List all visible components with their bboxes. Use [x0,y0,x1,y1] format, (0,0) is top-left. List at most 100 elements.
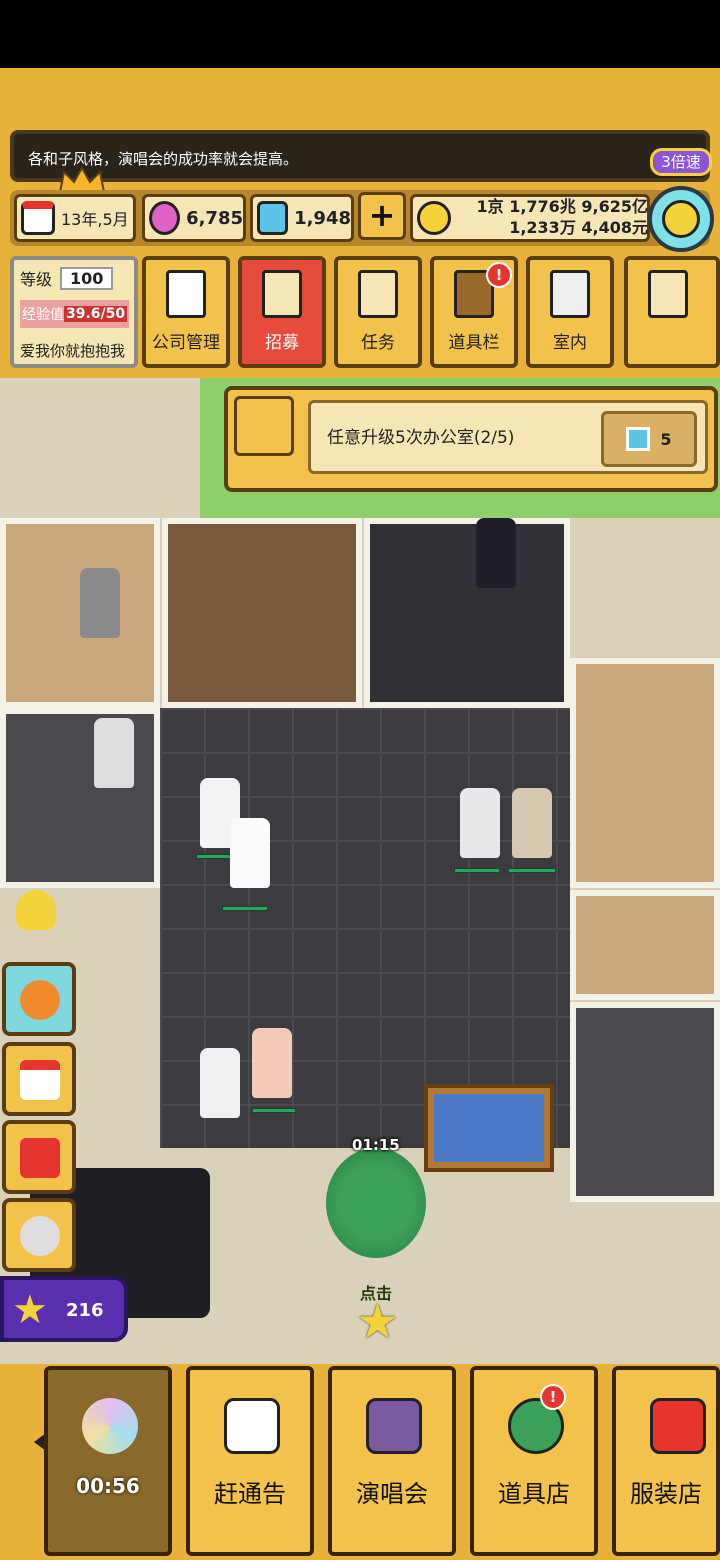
idol-character[interactable] [512,788,552,858]
notice-board[interactable] [424,1084,554,1172]
pink-orb-icon [149,201,181,235]
trophy-icon [16,890,56,930]
add-currency-button[interactable]: + [358,192,406,240]
quest-reward-value: 5 [660,429,672,449]
idol-character[interactable] [460,788,500,858]
office-room-desk[interactable] [0,708,160,888]
money-line-2: 1,233万 4,408元 [509,218,648,237]
clothing-shop-button[interactable]: 服装店 [612,1366,720,1556]
staff-character[interactable] [80,568,120,638]
quest-label: 任务 [361,333,395,353]
gift-icon [20,1138,60,1178]
interior-button[interactable]: 室内 [526,256,614,368]
quest-text: 任意升级5次办公室(2/5) [327,428,515,448]
star-icon: ★ [12,1287,48,1333]
building-icon [166,270,206,318]
tip-bar: 各和子风格，演唱会的成功率就会提高。 [10,130,710,182]
staff-character[interactable] [94,718,134,788]
gift-button[interactable] [2,1120,76,1194]
idol-character[interactable] [230,818,270,888]
rainbow-disc-icon [82,1398,138,1454]
inventory-label: 道具栏 [448,333,500,353]
money-line-1: 1京 1,776兆 9,625亿 [476,197,649,216]
office-room-wardrobe[interactable] [162,518,362,708]
disc-timer-label: 00:56 [76,1474,140,1498]
calendar-event-button[interactable] [2,1042,76,1116]
game-viewport[interactable]: 各和子风格，演唱会的成功率就会提高。 3倍速 13年,5月 6,785 1,94… [0,68,720,1560]
company-name: 爱我你就抱抱我 [20,341,126,360]
diamond-icon [626,427,651,451]
pink-currency-value: 6,785 [186,207,243,229]
clothing-shop-label: 服装店 [630,1480,702,1508]
tap-star-icon[interactable]: ★ [356,1298,399,1346]
diamond-icon [257,201,289,235]
quest-scroll-icon [234,396,294,456]
schedule-button[interactable]: 赶通告 [186,1366,314,1556]
envelope-icon [648,270,688,318]
recruit-label: 招募 [265,333,299,353]
level-label: 等级 [20,270,53,289]
money-text: 1京 1,776兆 9,625亿 1,233万 4,408元 [477,196,649,238]
quest-reward-button[interactable]: 5 [601,411,697,467]
item-shop-button[interactable]: 道具店 [470,1366,598,1556]
disc-timer-button[interactable]: 00:56 [44,1366,172,1556]
speed-toggle-button[interactable]: 3倍速 [650,148,712,176]
idol-character[interactable] [252,1028,292,1098]
item-shop-label: 道具店 [498,1480,570,1508]
paint-roller-icon [550,270,590,318]
idol-character[interactable] [200,1048,240,1118]
exp-row: 经验值 39.6/50 [20,300,130,328]
level-row: 等级 100 [20,264,114,292]
scissors-button[interactable] [2,1198,76,1272]
interior-label: 室内 [553,333,587,353]
level-value: 100 [60,266,114,290]
level-panel[interactable]: 等级 100 经验值 39.6/50 爱我你就抱抱我 [10,256,138,368]
trophy-button[interactable] [2,876,76,950]
status-bar-character [222,906,268,911]
quest-inner: 任意升级5次办公室(2/5) 5 [308,400,708,474]
stage-icon [366,1398,422,1454]
quest-banner[interactable]: 任意升级5次办公室(2/5) 5 [224,386,718,492]
star-counter[interactable]: ★ 216 [0,1276,128,1342]
clock-button[interactable] [648,186,714,252]
recruit-button[interactable]: 招募 [238,256,326,368]
staff-character[interactable] [476,518,516,588]
star-count-value: 216 [66,1300,104,1321]
pink-currency-display: 6,785 [142,194,246,242]
scroll-icon [358,270,398,318]
office-room-lounge[interactable] [570,658,720,888]
status-bar [0,0,720,68]
company-management-label: 公司管理 [152,333,220,353]
quest-button[interactable]: 任务 [334,256,422,368]
disc-event-button[interactable] [2,962,76,1036]
company-management-button[interactable]: 公司管理 [142,256,230,368]
office-scene[interactable] [0,378,720,1378]
mail-button[interactable] [624,256,720,368]
office-room-sofa[interactable] [570,890,720,1000]
office-room-studio[interactable] [364,518,570,708]
shirt-icon [650,1398,706,1454]
calendar-icon [224,1398,280,1454]
date-value: 13年,5月 [61,210,129,229]
concert-label: 演唱会 [356,1480,428,1508]
coin-icon [417,201,451,235]
concert-button[interactable]: 演唱会 [328,1366,456,1556]
date-display: 13年,5月 [14,194,136,242]
gem-display: 1,948 [250,194,354,242]
harvest-timer: 01:15 [352,1136,400,1154]
status-bar-character [252,1108,296,1113]
status-bar-character [454,868,500,873]
scissors-icon [20,1216,60,1256]
status-bar-character [508,868,556,873]
office-room-control[interactable] [570,1002,720,1202]
item-shop-alert-badge: ! [540,1384,566,1410]
inventory-alert-badge: ! [486,262,512,288]
fruit-bush[interactable] [326,1148,426,1258]
calendar-icon [20,1060,60,1100]
schedule-label: 赶通告 [214,1480,286,1508]
exp-value: 39.6/50 [64,306,128,322]
exp-label: 经验值 [22,307,64,323]
gold-disc-icon [20,980,60,1020]
gem-value: 1,948 [294,207,351,229]
clock-icon [662,200,700,238]
